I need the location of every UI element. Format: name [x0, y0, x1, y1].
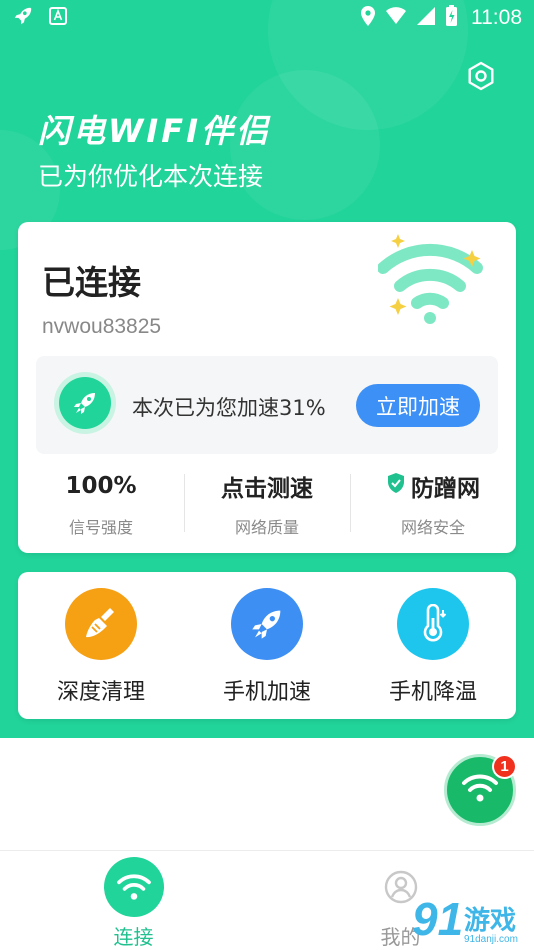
- rocket-icon: [231, 588, 303, 660]
- network-stats: 100% 信号强度 点击测速 网络质量 防蹭网 网络安全: [18, 468, 516, 540]
- notification-badge: 1: [492, 754, 517, 779]
- broom-icon: [65, 588, 137, 660]
- deep-clean-tool[interactable]: 深度清理: [18, 572, 184, 719]
- tools-card: 深度清理 手机加速 手机降温: [18, 572, 516, 719]
- speed-test-stat[interactable]: 点击测速 网络质量: [184, 468, 350, 540]
- boost-panel: 本次已为您加速31% 立即加速: [36, 356, 498, 454]
- signal-strength-stat: 100% 信号强度: [18, 468, 184, 540]
- boost-message: 本次已为您加速31%: [132, 396, 326, 420]
- tool-label: 深度清理: [56, 680, 145, 705]
- rocket-notification-icon: [12, 5, 34, 31]
- phone-cool-tool[interactable]: 手机降温: [350, 572, 516, 719]
- watermark-text: 游戏: [464, 906, 517, 936]
- battery-icon: [445, 5, 458, 31]
- stat-label: 网络安全: [400, 518, 465, 537]
- thermometer-icon: [397, 588, 469, 660]
- settings-button[interactable]: [464, 61, 498, 95]
- shield-check-icon: [386, 472, 406, 500]
- connection-card: 已连接 nvwou83825 本次已为您加速31% 立即加速 100% 信号强度…: [18, 222, 516, 553]
- app-title: 闪电WIFI伴侣: [38, 112, 271, 150]
- app-notification-icon: [48, 6, 68, 30]
- wifi-illustration-icon: [377, 230, 488, 330]
- stat-value[interactable]: 点击测速: [221, 469, 313, 503]
- settings-hexagon-icon: [466, 61, 496, 95]
- tool-label: 手机降温: [388, 680, 477, 705]
- anti-leech-stat[interactable]: 防蹭网 网络安全: [350, 468, 516, 540]
- cell-signal-icon: [416, 6, 436, 30]
- boost-now-button[interactable]: 立即加速: [356, 384, 480, 427]
- wifi-ssid: nvwou83825: [42, 315, 162, 338]
- wifi-icon: [461, 772, 499, 808]
- watermark-url: 91danji.com: [464, 934, 518, 945]
- phone-boost-tool[interactable]: 手机加速: [184, 572, 350, 719]
- stat-label: 网络质量: [234, 518, 299, 537]
- stat-value[interactable]: 防蹭网: [411, 469, 480, 503]
- connection-status: 已连接: [42, 263, 141, 302]
- wifi-nav-icon: [103, 857, 164, 917]
- location-icon: [360, 5, 376, 31]
- nav-item-connect[interactable]: 连接: [0, 851, 267, 950]
- stat-label: 信号强度: [68, 518, 133, 537]
- watermark-number: 91: [412, 893, 464, 945]
- status-time: 11:08: [471, 6, 522, 29]
- tool-label: 手机加速: [222, 680, 311, 705]
- nav-label: 连接: [113, 925, 154, 949]
- status-bar: 11:08: [0, 0, 534, 36]
- site-watermark: 91 游戏 91danji.com: [412, 893, 534, 950]
- wifi-signal-icon: [385, 7, 407, 29]
- app-subtitle: 已为你优化本次连接: [38, 162, 264, 191]
- rocket-badge-icon: [54, 372, 116, 434]
- stat-value: 100%: [65, 473, 137, 499]
